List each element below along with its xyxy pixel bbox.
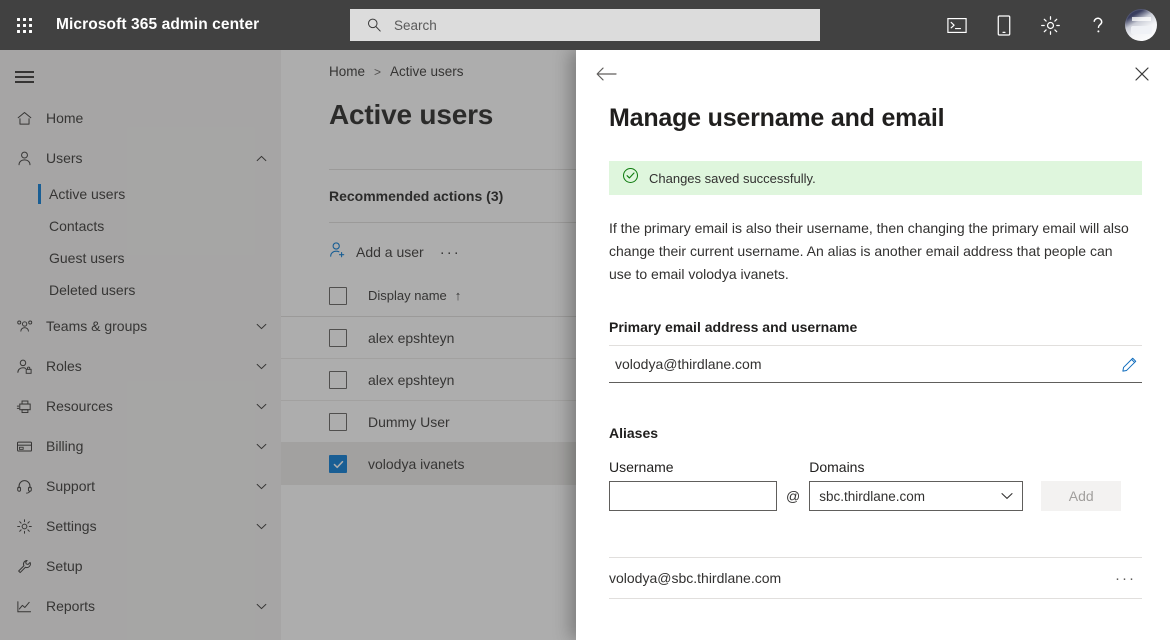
alias-domains-label: Domains <box>809 459 865 475</box>
panel-description: If the primary email is also their usern… <box>609 220 1129 282</box>
alias-overflow-button[interactable]: ··· <box>1115 570 1142 587</box>
arrow-left-icon <box>596 66 617 87</box>
alias-add-form: Username @ Domains sbc.thirdlane.com Add <box>609 459 1170 511</box>
alias-email: volodya@sbc.thirdlane.com <box>609 570 782 586</box>
app-launcher-button[interactable] <box>0 0 48 50</box>
waffle-icon <box>16 17 32 33</box>
console-icon[interactable] <box>933 0 980 50</box>
alias-username-label: Username <box>609 459 674 475</box>
success-message-text: Changes saved successfully. <box>649 170 816 186</box>
modal-overlay-scrim[interactable] <box>0 0 576 640</box>
alias-username-group: Username <box>609 459 777 511</box>
edit-pencil-icon[interactable] <box>1121 356 1142 373</box>
mobile-icon[interactable] <box>980 0 1027 50</box>
chevron-down-icon <box>1001 492 1022 500</box>
success-message-bar: Changes saved successfully. <box>609 161 1142 195</box>
suite-header: Microsoft 365 admin center <box>0 0 1170 50</box>
primary-email-value: volodya@thirdlane.com <box>615 356 762 372</box>
panel-title: Manage username and email <box>609 104 945 132</box>
primary-email-field: volodya@thirdlane.com <box>609 345 1142 383</box>
back-button[interactable] <box>592 62 620 90</box>
help-icon[interactable] <box>1074 0 1121 50</box>
search-input[interactable] <box>394 10 794 40</box>
alias-list-item: volodya@sbc.thirdlane.com ··· <box>609 557 1142 599</box>
alias-domain-group: Domains sbc.thirdlane.com <box>809 459 1024 511</box>
domain-select[interactable]: sbc.thirdlane.com <box>809 481 1024 511</box>
domain-selected-value: sbc.thirdlane.com <box>819 488 926 504</box>
suite-actions <box>933 0 1164 50</box>
alias-username-input[interactable] <box>609 481 777 511</box>
at-symbol: @ <box>786 488 801 504</box>
close-icon <box>1135 66 1149 86</box>
alias-list: volodya@sbc.thirdlane.com ··· <box>609 557 1142 599</box>
search-icon <box>366 17 382 33</box>
suite-title[interactable]: Microsoft 365 admin center <box>56 16 259 34</box>
search-box[interactable] <box>350 9 820 41</box>
aliases-heading: Aliases <box>609 425 659 441</box>
manage-username-email-panel: Manage username and email Changes saved … <box>576 50 1170 640</box>
close-button[interactable] <box>1126 60 1158 92</box>
gear-icon[interactable] <box>1027 0 1074 50</box>
avatar[interactable] <box>1125 9 1157 41</box>
panel-header <box>576 50 1170 98</box>
check-circle-icon <box>622 167 639 189</box>
add-alias-button[interactable]: Add <box>1041 481 1122 511</box>
primary-email-heading: Primary email address and username <box>609 319 858 335</box>
